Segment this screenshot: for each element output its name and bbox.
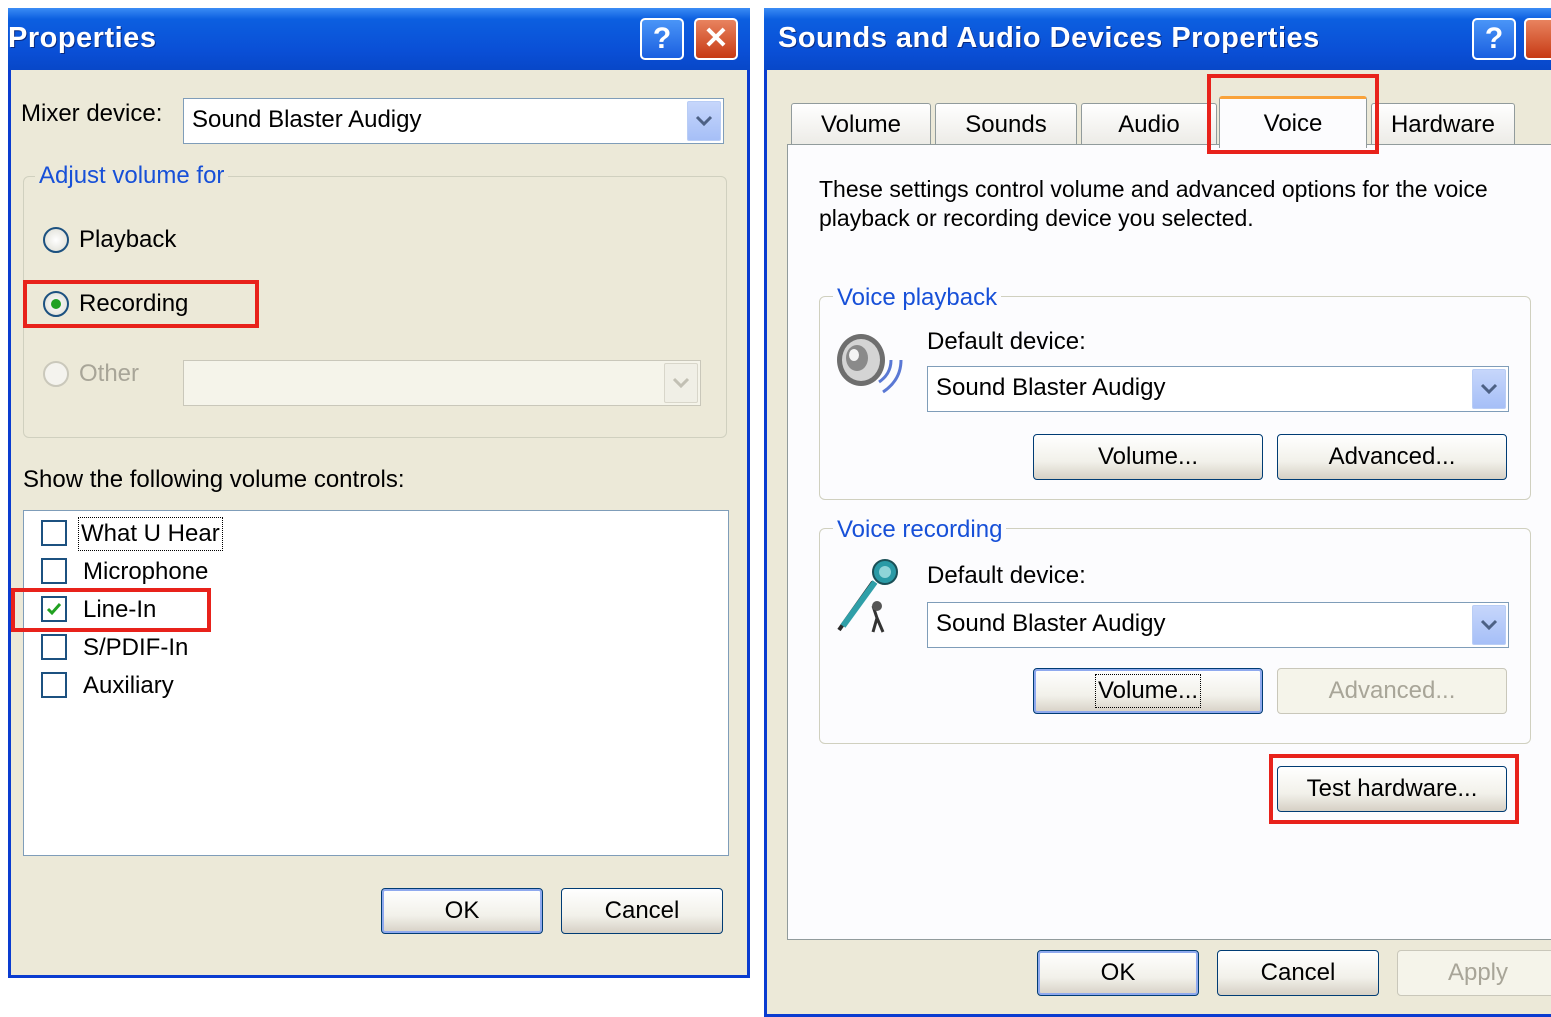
spdif-in-label[interactable]: S/PDIF-In — [83, 634, 188, 662]
auxiliary-label[interactable]: Auxiliary — [83, 672, 174, 700]
chevron-down-icon[interactable] — [1472, 605, 1506, 645]
chevron-down-icon[interactable] — [687, 101, 721, 141]
close-icon: ✕ — [703, 22, 729, 55]
voice-playback-legend: Voice playback — [833, 284, 1002, 312]
auxiliary-checkbox[interactable] — [41, 672, 67, 698]
description-line-1: These settings control volume and advanc… — [819, 176, 1488, 202]
recording-volume-button[interactable]: Volume... — [1033, 668, 1263, 714]
description-line-2: playback or recording device you selecte… — [819, 205, 1254, 231]
recording-advanced-button[interactable]: Advanced... — [1277, 668, 1507, 714]
voice-recording-legend: Voice recording — [833, 516, 1007, 544]
voice-tab-highlight-box — [1207, 74, 1379, 154]
chevron-down-icon[interactable] — [1472, 369, 1506, 409]
playback-device-select[interactable]: Sound Blaster Audigy — [927, 366, 1509, 412]
other-label[interactable]: Other — [79, 360, 139, 388]
playback-default-device-label: Default device: — [927, 328, 1086, 355]
tab-volume[interactable]: Volume — [791, 103, 931, 145]
playback-advanced-button[interactable]: Advanced... — [1277, 434, 1507, 480]
window-title: Sounds and Audio Devices Properties — [778, 22, 1320, 54]
speaker-icon — [837, 334, 903, 394]
recording-device-select[interactable]: Sound Blaster Audigy — [927, 602, 1509, 648]
mixer-device-label: Mixer device: — [21, 100, 163, 127]
other-radio[interactable] — [43, 361, 69, 387]
title-bar[interactable]: Properties ? ✕ — [8, 8, 750, 70]
help-button[interactable]: ? — [640, 18, 684, 60]
chevron-down-icon[interactable] — [664, 363, 698, 403]
show-controls-label: Show the following volume controls: — [23, 466, 405, 493]
adjust-volume-legend: Adjust volume for — [35, 162, 229, 190]
line-in-highlight-box — [11, 588, 211, 632]
playback-volume-button[interactable]: Volume... — [1033, 434, 1263, 480]
close-button[interactable] — [1524, 18, 1551, 60]
title-bar[interactable]: Sounds and Audio Devices Properties ? — [764, 8, 1551, 70]
properties-dialog: Properties ? ✕ Mixer device: Sound Blast… — [8, 8, 750, 978]
tab-audio[interactable]: Audio — [1081, 103, 1217, 145]
sounds-audio-devices-dialog: Sounds and Audio Devices Properties ? Vo… — [764, 8, 1551, 1017]
apply-button[interactable]: Apply — [1397, 950, 1551, 996]
spdif-in-checkbox[interactable] — [41, 634, 67, 660]
what-u-hear-checkbox[interactable] — [41, 520, 67, 546]
close-button[interactable]: ✕ — [694, 18, 738, 60]
other-device-select[interactable] — [183, 360, 701, 406]
ok-button[interactable]: OK — [1037, 950, 1199, 996]
playback-radio[interactable] — [43, 227, 69, 253]
window-title: Properties — [8, 22, 157, 54]
recording-default-device-label: Default device: — [927, 562, 1086, 589]
test-hardware-highlight-box — [1269, 754, 1519, 824]
ok-button[interactable]: OK — [381, 888, 543, 934]
help-button[interactable]: ? — [1472, 18, 1516, 60]
tab-sounds[interactable]: Sounds — [935, 103, 1077, 145]
microphone-icon — [837, 559, 898, 633]
recording-highlight-box — [23, 280, 259, 328]
cancel-button[interactable]: Cancel — [1217, 950, 1379, 996]
what-u-hear-label[interactable]: What U Hear — [78, 517, 223, 551]
microphone-label[interactable]: Microphone — [83, 558, 208, 586]
cancel-button[interactable]: Cancel — [561, 888, 723, 934]
tab-hardware[interactable]: Hardware — [1371, 103, 1515, 145]
microphone-checkbox[interactable] — [41, 558, 67, 584]
playback-label[interactable]: Playback — [79, 226, 176, 254]
mixer-device-select[interactable]: Sound Blaster Audigy — [183, 98, 724, 144]
